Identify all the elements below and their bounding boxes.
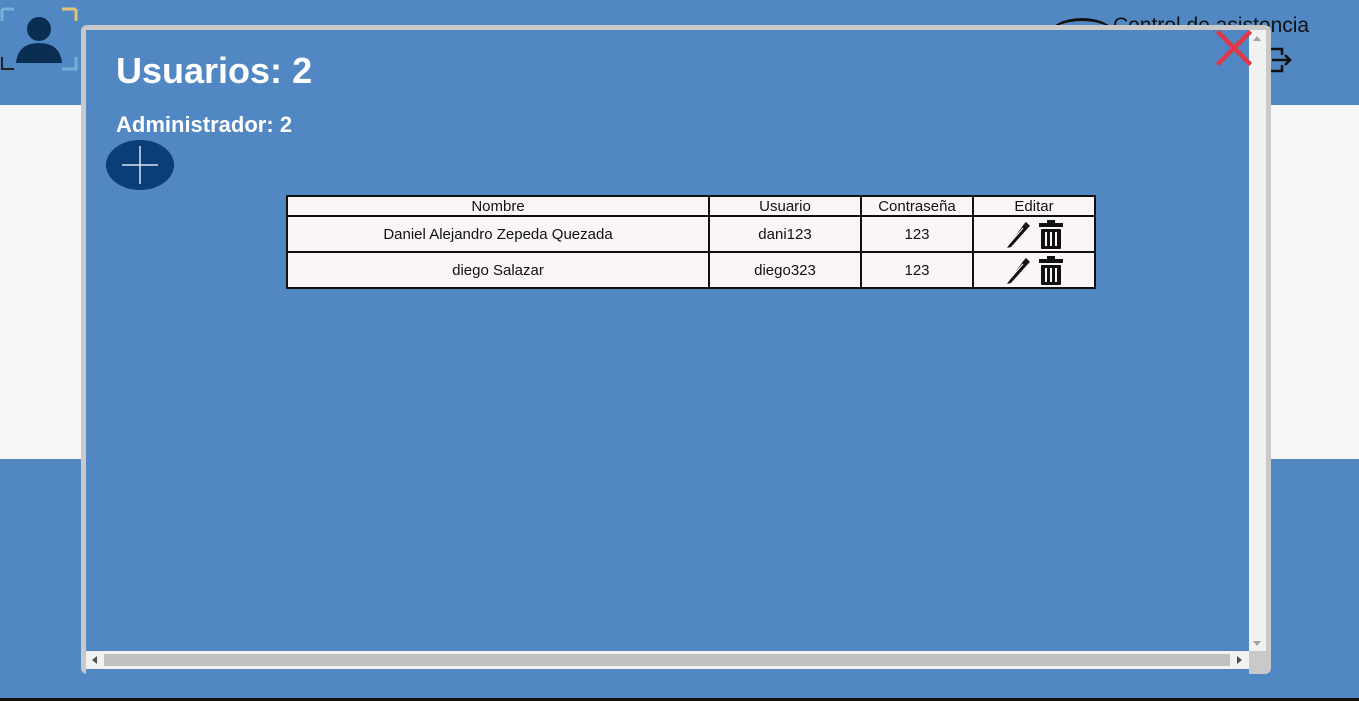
edit-pencil-icon[interactable]: [1004, 255, 1030, 285]
modal-content: Usuarios: 2 Administrador: 2 Nombre Usua…: [86, 30, 1249, 678]
column-header-nombre[interactable]: Nombre: [286, 195, 710, 217]
scroll-right-arrow-icon[interactable]: [1237, 656, 1242, 664]
table-row: diego Salazar diego323 123: [286, 251, 1096, 289]
users-modal: Usuarios: 2 Administrador: 2 Nombre Usua…: [81, 25, 1271, 678]
page-title: Usuarios: 2: [116, 50, 312, 92]
cell-contrasena: 123: [860, 215, 974, 253]
cell-usuario: diego323: [708, 251, 862, 289]
users-table: Nombre Usuario Contraseña Editar Daniel …: [286, 195, 1096, 289]
admin-count-title: Administrador: 2: [116, 112, 292, 138]
edit-pencil-icon[interactable]: [1004, 219, 1030, 249]
admin-label: Administrador:: [116, 112, 274, 137]
cell-usuario: dani123: [708, 215, 862, 253]
title-label: Usuarios:: [116, 50, 283, 91]
table-row: Daniel Alejandro Zepeda Quezada dani123 …: [286, 215, 1096, 253]
table-header-row: Nombre Usuario Contraseña Editar: [286, 195, 1096, 217]
column-header-contrasena[interactable]: Contraseña: [860, 195, 974, 217]
cell-contrasena: 123: [860, 251, 974, 289]
scroll-left-arrow-icon[interactable]: [92, 656, 97, 664]
cell-nombre: Daniel Alejandro Zepeda Quezada: [286, 215, 710, 253]
add-user-button[interactable]: [106, 140, 174, 190]
delete-trash-icon[interactable]: [1038, 255, 1064, 285]
delete-trash-icon[interactable]: [1038, 219, 1064, 249]
vertical-scrollbar[interactable]: [1249, 30, 1266, 651]
user-count: 2: [292, 50, 313, 91]
horizontal-scrollbar[interactable]: [86, 651, 1249, 669]
cell-nombre: diego Salazar: [286, 251, 710, 289]
admin-count: 2: [279, 112, 293, 137]
cell-actions: [972, 215, 1096, 253]
scroll-up-arrow-icon[interactable]: [1253, 36, 1261, 41]
user-avatar-logo-icon: [0, 7, 78, 71]
plus-icon: [122, 146, 158, 184]
column-header-usuario[interactable]: Usuario: [708, 195, 862, 217]
column-header-editar[interactable]: Editar: [972, 195, 1096, 217]
scroll-down-arrow-icon[interactable]: [1253, 641, 1261, 646]
close-x-icon[interactable]: [1216, 30, 1252, 66]
horizontal-scroll-thumb[interactable]: [104, 654, 1230, 666]
cell-actions: [972, 251, 1096, 289]
